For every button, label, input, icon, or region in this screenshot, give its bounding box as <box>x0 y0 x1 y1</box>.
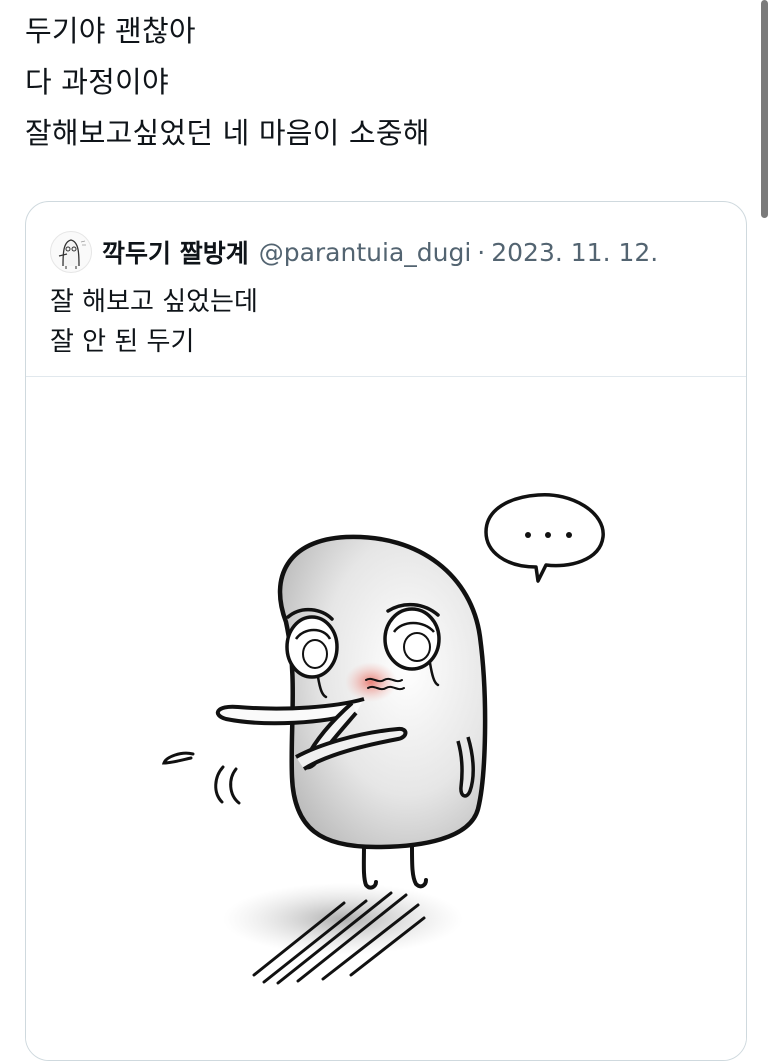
quoted-tweet-card[interactable]: 깍두기 짤방계 @parantuia_dugi · 2023. 11. 12. … <box>25 201 747 1061</box>
crying-ghost-illustration <box>161 493 605 985</box>
separator-dot: · <box>477 237 486 267</box>
quoted-tweet-header: 깍두기 짤방계 @parantuia_dugi · 2023. 11. 12. <box>50 230 658 274</box>
quoted-display-name[interactable]: 깍두기 짤방계 <box>102 234 249 270</box>
quoted-date[interactable]: 2023. 11. 12. <box>491 238 658 267</box>
scrollbar[interactable] <box>761 0 768 218</box>
tweet-text: 두기야 괜찮아 다 과정이야 잘해보고싶었던 네 마음이 소중해 <box>25 6 745 159</box>
quoted-media[interactable] <box>26 376 746 1060</box>
quoted-line-1: 잘 해보고 싶었는데 <box>50 287 258 317</box>
ghost-avatar-icon <box>58 239 86 269</box>
tweet-line-1: 두기야 괜찮아 <box>25 14 196 48</box>
quoted-tweet-text: 잘 해보고 싶었는데 잘 안 된 두기 <box>50 282 258 362</box>
tweet-line-2: 다 과정이야 <box>25 65 169 99</box>
quoted-handle[interactable]: @parantuia_dugi <box>259 238 472 267</box>
quoted-line-2: 잘 안 된 두기 <box>50 327 195 357</box>
avatar[interactable] <box>50 231 92 273</box>
tweet-line-3: 잘해보고싶었던 네 마음이 소중해 <box>25 116 430 150</box>
